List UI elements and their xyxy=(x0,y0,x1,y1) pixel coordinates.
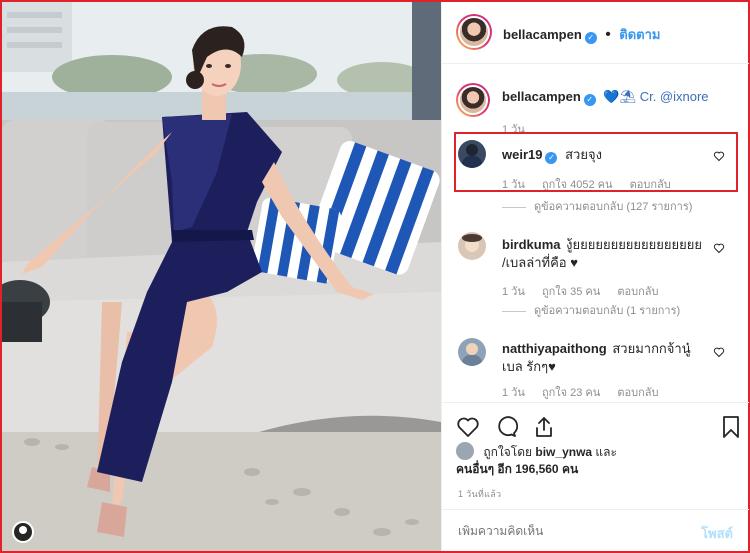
caption-row: bellacampen ✓ 💙⛱ Cr. @ixnore 1 วัน xyxy=(442,82,749,136)
comment-item: birdkuma งู้ยยยยยยยยยยยยยยยยย /เบลล่าที่… xyxy=(442,230,749,302)
liked-by-user[interactable]: biw_ynwa xyxy=(535,445,592,459)
post-header: bellacampen ✓ • ติดตาม xyxy=(442,2,749,64)
commenter-username[interactable]: natthiyapaithong xyxy=(502,341,607,356)
post-sidebar: bellacampen ✓ • ติดตาม bellacampen ✓ 💙⛱ Cr… xyxy=(441,2,749,551)
liked-by-others[interactable]: คนอื่นๆ อีก 196,560 คน xyxy=(456,462,578,476)
comment-item: natthiyapaithong สวยมากกจ้านู๋ เบล รักๆ♥… xyxy=(442,336,749,399)
liked-by: ถูกใจโดย biw_ynwa และ คนอื่นๆ อีก 196,56… xyxy=(456,442,746,478)
view-replies-label[interactable]: ดูข้อความตอบกลับ (127 รายการ) xyxy=(534,201,692,213)
caption-text: 💙⛱ Cr. @ixnore xyxy=(603,89,709,104)
post-actions xyxy=(442,402,749,442)
verified-icon: ✓ xyxy=(584,32,597,44)
comment-text: สวยมากกจ้านู๋ xyxy=(612,341,691,356)
liked-by-prefix: ถูกใจโดย xyxy=(483,445,533,459)
liked-by-and: และ xyxy=(595,445,617,459)
post-time: 1 วันที่แล้ว xyxy=(458,489,502,499)
separator: • xyxy=(605,26,611,43)
post-button[interactable]: โพสต์ xyxy=(701,523,733,544)
comment-like-icon[interactable] xyxy=(713,242,725,254)
author-username[interactable]: bellacampen xyxy=(503,27,582,42)
heart-icon[interactable] xyxy=(456,415,480,439)
photo-illustration xyxy=(2,2,441,551)
author-avatar[interactable] xyxy=(456,14,492,50)
comment-likes[interactable]: ถูกใจ 23 คน xyxy=(542,387,600,399)
comment-meta: 1 วัน ถูกใจ 35 คน ตอบกลับ xyxy=(502,282,673,300)
comment-meta: 1 วัน ถูกใจ 23 คน ตอบกลับ xyxy=(502,383,673,401)
comment-text-line2: เบล รักๆ♥ xyxy=(502,359,556,374)
comment-time: 1 วัน xyxy=(502,387,525,399)
view-replies-label[interactable]: ดูข้อความตอบกลับ (1 รายการ) xyxy=(534,305,680,317)
liker-avatar[interactable] xyxy=(456,442,474,460)
comment-likes[interactable]: ถูกใจ 35 คน xyxy=(542,286,600,298)
comment-icon[interactable] xyxy=(494,415,518,439)
caption-username[interactable]: bellacampen xyxy=(502,89,581,104)
comment-time: 1 วัน xyxy=(502,286,525,298)
commenter-username[interactable]: birdkuma xyxy=(502,237,561,252)
view-replies[interactable]: ดูข้อความตอบกลับ (1 รายการ) xyxy=(502,301,742,319)
commenter-avatar[interactable] xyxy=(458,338,486,366)
view-replies[interactable]: ดูข้อความตอบกลับ (127 รายการ) xyxy=(502,197,742,215)
comment-text-line2: /เบลล่าที่คือ ♥ xyxy=(502,255,578,270)
tagged-user-icon[interactable] xyxy=(12,521,34,543)
comment-bar: โพสต์ xyxy=(442,509,749,551)
reply-button[interactable]: ตอบกลับ xyxy=(617,387,658,399)
comment-text: งู้ยยยยยยยยยยยยยยยยย xyxy=(566,237,702,252)
post-photo[interactable] xyxy=(2,2,441,551)
comment-like-icon[interactable] xyxy=(713,346,725,358)
comment-input[interactable] xyxy=(458,524,678,538)
caption-avatar[interactable] xyxy=(456,83,490,117)
highlight-box xyxy=(454,132,738,192)
follow-button[interactable]: ติดตาม xyxy=(619,27,660,42)
commenter-avatar[interactable] xyxy=(458,232,486,260)
bookmark-icon[interactable] xyxy=(719,415,743,439)
verified-icon: ✓ xyxy=(583,94,596,106)
reply-button[interactable]: ตอบกลับ xyxy=(617,286,658,298)
share-icon[interactable] xyxy=(532,415,556,439)
